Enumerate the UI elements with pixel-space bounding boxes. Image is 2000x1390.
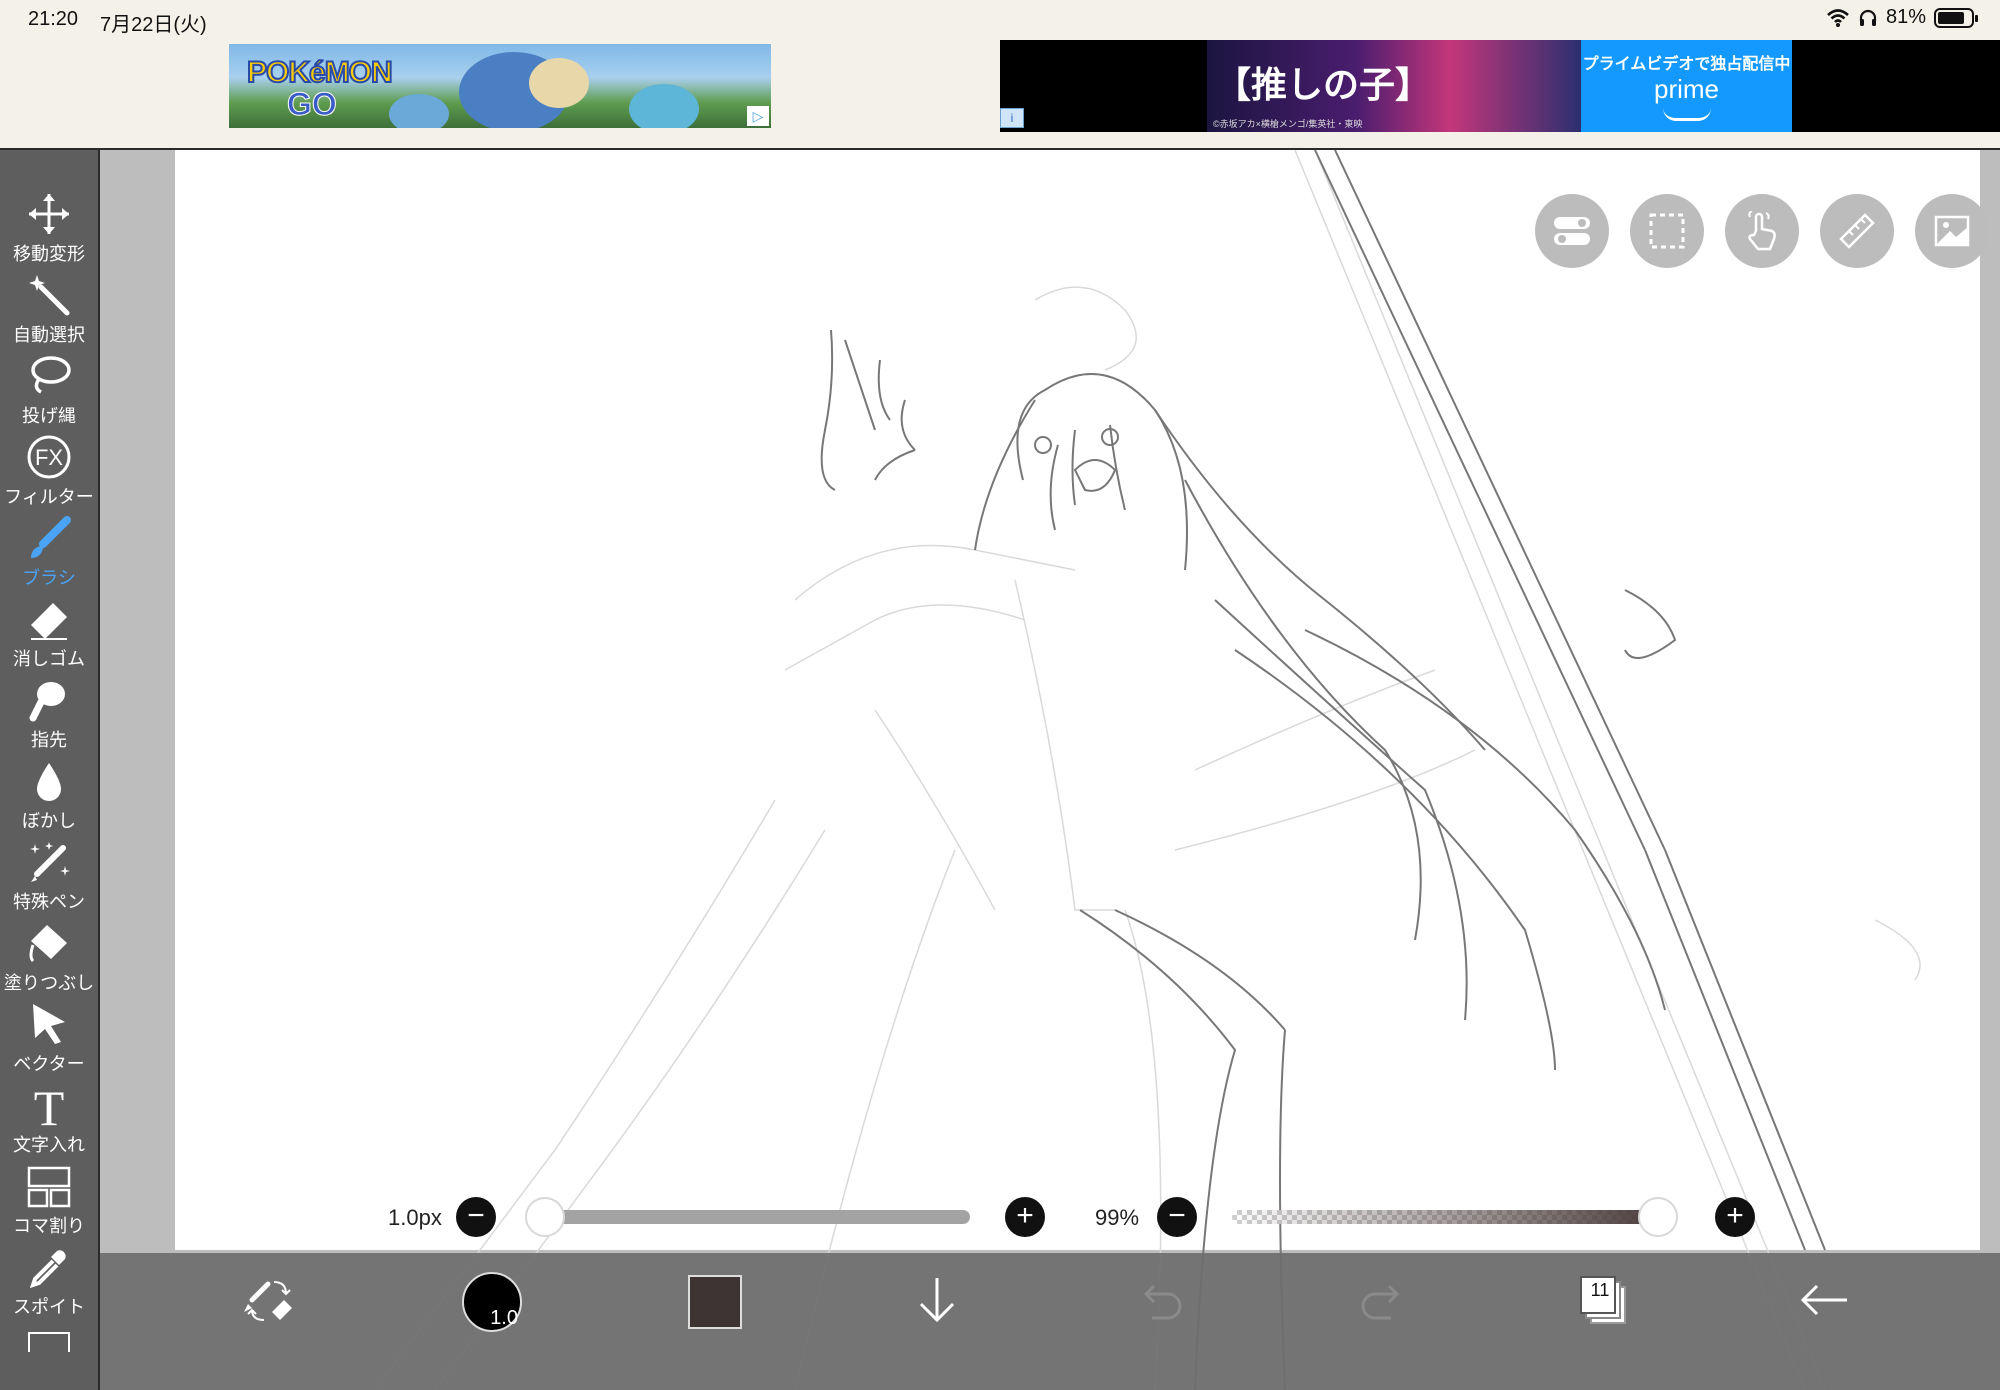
brush-size-picker[interactable]: 1.0 — [462, 1272, 522, 1332]
sketch-drawing — [374, 150, 1921, 1390]
toggle-icon — [1554, 217, 1590, 245]
magic-wand-icon — [29, 275, 70, 316]
special-pen-icon — [30, 842, 70, 882]
selection-button[interactable] — [1630, 194, 1704, 268]
redo-icon — [1361, 1284, 1400, 1320]
layer-count: 11 — [1590, 1280, 1610, 1300]
layers-button[interactable]: 11 — [1580, 1276, 1630, 1328]
tool-eraser[interactable]: 消しゴム — [0, 593, 98, 674]
prime-logo: プライムビデオで独占配信中 prime — [1581, 40, 1792, 132]
brush-size-increase-button[interactable]: + — [1005, 1197, 1045, 1237]
ad-banner-area: POKéMON GO ▷ i 【推しの子】 ©赤坂アカ×横槍メンゴ/集英社・東映… — [0, 40, 2000, 150]
eyedropper-icon — [29, 1250, 66, 1289]
status-right: 81% — [1826, 6, 1978, 29]
image-icon — [1934, 215, 1970, 247]
redo-button[interactable] — [1353, 1270, 1413, 1330]
tool-lasso[interactable]: 投げ縄 — [0, 350, 98, 431]
adchoices-icon[interactable]: ▷ — [747, 106, 769, 126]
brush-eraser-swap-button[interactable] — [240, 1270, 300, 1330]
brush-eraser-swap-icon — [244, 1281, 292, 1321]
battery-icon — [1934, 7, 1978, 28]
brush-size-slider[interactable] — [545, 1210, 970, 1224]
lasso-icon — [31, 356, 71, 394]
ad-prime-video[interactable]: i 【推しの子】 ©赤坂アカ×横槍メンゴ/集英社・東映 プライムビデオで独占配信… — [1000, 40, 2000, 132]
tool-blur[interactable]: ぼかし — [0, 755, 98, 836]
ad-credit: ©赤坂アカ×横槍メンゴ/集英社・東映 — [1213, 119, 1363, 129]
svg-text:FX: FX — [35, 445, 63, 470]
status-bar: 21:20 7月22日(火) 81% — [0, 0, 2000, 40]
text-t-icon: T — [34, 1083, 65, 1127]
tool-magic-wand[interactable]: 自動選択 — [0, 269, 98, 350]
headphones-icon — [1859, 9, 1877, 26]
opacity-increase-button[interactable]: + — [1715, 1197, 1755, 1237]
pokemon-go-logo: POKéMON GO — [246, 55, 394, 123]
date: 7月22日(火) — [100, 14, 207, 36]
tool-frame-divide[interactable]: コマ割り — [0, 1160, 98, 1241]
tool-vector[interactable]: ベクター — [0, 998, 98, 1079]
fill-bucket-icon — [29, 925, 67, 963]
finger-smudge-icon — [29, 682, 65, 722]
arrow-left-icon — [1800, 1284, 1847, 1316]
brush-size-badge: 1.0 — [490, 1307, 518, 1329]
layer-merge-down-button[interactable] — [907, 1270, 967, 1330]
clock: 21:20 — [28, 8, 79, 30]
opacity-value: 99% — [1095, 1205, 1140, 1230]
ad-title: 【推しの子】 — [1215, 64, 1432, 106]
arrow-down-icon — [919, 1278, 955, 1323]
tool-text[interactable]: T 文字入れ — [0, 1079, 98, 1160]
tool-filter[interactable]: FX フィルター — [0, 431, 98, 512]
brush-size-value: 1.0px — [388, 1205, 442, 1230]
opacity-slider-thumb[interactable] — [1637, 1197, 1678, 1237]
opacity-decrease-button[interactable]: − — [1157, 1197, 1197, 1237]
tool-special-pen[interactable]: 特殊ペン — [0, 836, 98, 917]
opacity-slider[interactable] — [1232, 1210, 1662, 1224]
fx-filter-icon: FX — [27, 435, 71, 479]
ad-pokemon-go[interactable]: POKéMON GO ▷ — [229, 44, 771, 128]
touch-icon — [1748, 211, 1776, 251]
touch-mode-button[interactable] — [1725, 194, 1799, 268]
tool-move-transform[interactable]: 移動変形 — [0, 188, 98, 269]
color-swatch[interactable] — [688, 1275, 742, 1329]
undo-icon — [1143, 1284, 1182, 1320]
blur-drop-icon — [37, 763, 61, 801]
tool-sidebar: 移動変形 自動選択 投げ縄 FX フィルター ブラシ 消しゴム 指先 ぼかし 特… — [0, 150, 100, 1390]
eraser-icon — [31, 603, 67, 640]
toggle-settings-button[interactable] — [1535, 194, 1609, 268]
wifi-icon — [1827, 8, 1849, 27]
more-tools-hint — [28, 1332, 70, 1352]
tool-brush[interactable]: ブラシ — [0, 512, 98, 593]
material-button[interactable] — [1915, 194, 1989, 268]
move-arrows-icon — [29, 194, 69, 234]
ruler-icon — [1839, 213, 1875, 249]
frame-panels-icon — [27, 1166, 71, 1208]
brush-size-slider-thumb[interactable] — [525, 1197, 565, 1237]
brush-icon — [31, 516, 71, 558]
cursor-arrow-icon — [33, 1004, 65, 1044]
tool-finger[interactable]: 指先 — [0, 674, 98, 755]
brush-size-decrease-button[interactable]: − — [456, 1197, 496, 1237]
tool-fill[interactable]: 塗りつぶし — [0, 917, 98, 998]
back-button[interactable] — [1795, 1270, 1855, 1330]
ruler-button[interactable] — [1820, 194, 1894, 268]
ad-info-icon[interactable]: i — [1000, 108, 1024, 128]
svg-text:T: T — [34, 1083, 65, 1127]
ad-oshinoko-banner: 【推しの子】 ©赤坂アカ×横槍メンゴ/集英社・東映 — [1207, 40, 1581, 132]
tool-eyedropper[interactable]: スポイト — [0, 1241, 98, 1322]
undo-button[interactable] — [1130, 1270, 1190, 1330]
battery-percent: 81% — [1885, 6, 1926, 28]
selection-icon — [1649, 213, 1685, 249]
bottom-toolbar — [100, 1253, 2000, 1390]
